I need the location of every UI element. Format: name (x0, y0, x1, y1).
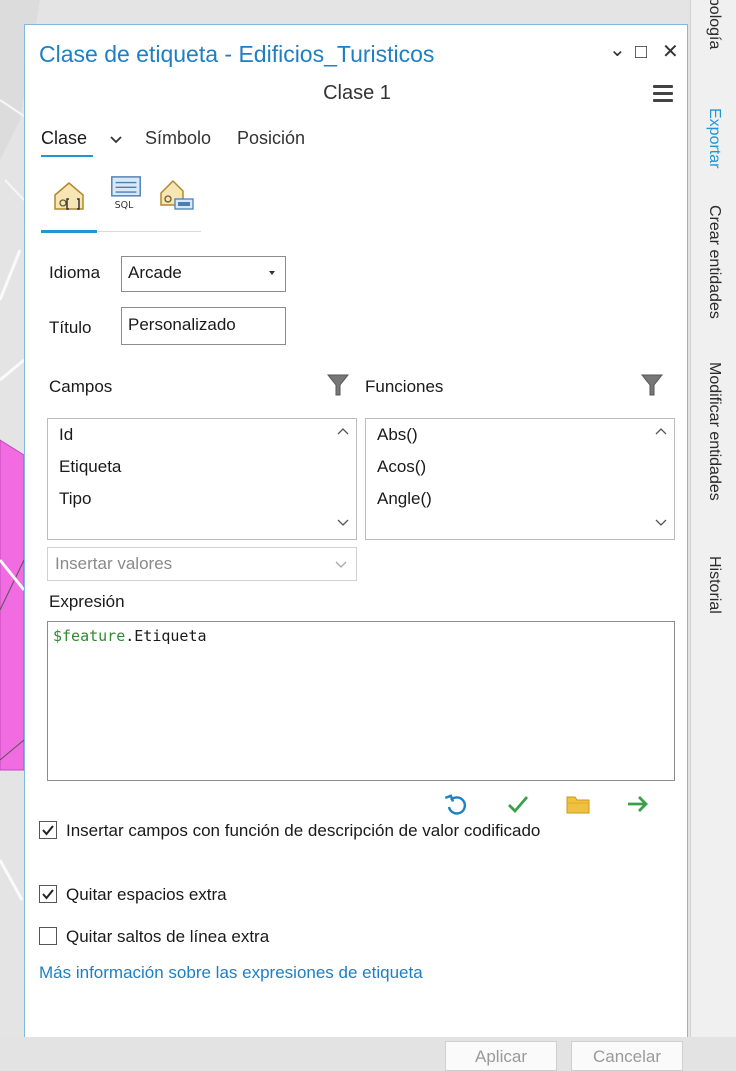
label-class-name: Clase 1 (323, 82, 391, 104)
side-tab-export[interactable]: Exportar (699, 108, 729, 168)
functions-filter-icon[interactable] (641, 373, 663, 397)
fields-list[interactable]: Id Etiqueta Tipo (47, 418, 357, 540)
option-remove-spaces[interactable]: Quitar espacios extra (39, 885, 227, 905)
expression-text: .Etiqueta (125, 627, 207, 645)
scroll-up-icon[interactable] (655, 427, 667, 437)
undo-icon[interactable] (443, 791, 469, 817)
checkbox-unchecked[interactable] (39, 927, 57, 945)
active-subtab-indicator (41, 230, 97, 233)
list-item[interactable]: Abs() (377, 425, 418, 445)
functions-header: Funciones (365, 377, 444, 396)
option-label: Quitar saltos de línea extra (66, 927, 270, 946)
active-tab-indicator (41, 155, 93, 157)
side-panel-tabs: nbología Exportar Crear entidades Modifi… (690, 0, 736, 1037)
list-item[interactable]: Tipo (59, 489, 91, 509)
help-link[interactable]: Más información sobre las expresiones de… (39, 963, 423, 983)
option-coded-values[interactable]: Insertar campos con función de descripci… (39, 821, 540, 841)
label-expression-icon[interactable] (51, 177, 87, 213)
close-icon[interactable]: ✕ (662, 40, 679, 64)
insert-values-dropdown[interactable]: Insertar valores (47, 547, 357, 581)
apply-arrow-icon[interactable] (625, 791, 651, 817)
language-label: Idioma (49, 263, 101, 282)
list-item[interactable]: Angle() (377, 489, 432, 509)
cancel-button[interactable]: Cancelar (571, 1041, 683, 1071)
title-label: Título (49, 318, 92, 337)
side-tab-history[interactable]: Historial (699, 556, 729, 614)
label-class-pane: Clase de etiqueta - Edificios_Turisticos… (24, 24, 688, 1071)
pane-options-chevron-icon[interactable]: ⌄ (609, 38, 626, 62)
chevron-down-icon (335, 561, 347, 568)
tab-position[interactable]: Posición (237, 128, 305, 149)
option-label: Quitar espacios extra (66, 885, 227, 904)
tab-class[interactable]: Clase (41, 128, 87, 149)
side-tab-create-features[interactable]: Crear entidades (699, 205, 729, 319)
svg-text:SQL: SQL (115, 200, 134, 211)
scroll-down-icon[interactable] (337, 517, 349, 527)
checkbox-checked[interactable] (39, 821, 57, 839)
list-item[interactable]: Acos() (377, 457, 426, 477)
scroll-down-icon[interactable] (655, 517, 667, 527)
title-input[interactable]: Personalizado (121, 307, 286, 345)
fields-filter-icon[interactable] (327, 373, 349, 397)
tab-symbol[interactable]: Símbolo (145, 128, 211, 149)
maximize-icon[interactable]: □ (635, 40, 647, 64)
insert-values-placeholder: Insertar valores (55, 554, 173, 573)
list-item[interactable]: Etiqueta (59, 457, 121, 477)
pane-title: Clase de etiqueta - Edificios_Turisticos (39, 41, 435, 67)
menu-icon[interactable] (653, 85, 673, 106)
functions-list[interactable]: Abs() Acos() Angle() (365, 418, 675, 540)
option-label: Insertar campos con función de descripci… (66, 821, 541, 840)
expression-label: Expresión (49, 592, 125, 611)
side-tab-modify-features[interactable]: Modificar entidades (699, 362, 729, 501)
side-tab-symbology[interactable]: nbología (699, 0, 729, 49)
expression-keyword: $feature (53, 627, 126, 645)
scroll-up-icon[interactable] (337, 427, 349, 437)
option-remove-line-breaks[interactable]: Quitar saltos de línea extra (39, 927, 269, 947)
expression-editor[interactable]: $feature.Etiqueta (47, 621, 675, 781)
language-value: Arcade (128, 263, 182, 282)
label-placement-icon[interactable] (159, 177, 195, 213)
list-item[interactable]: Id (59, 425, 73, 445)
fields-header: Campos (49, 377, 113, 396)
open-folder-icon[interactable] (565, 791, 591, 817)
dropdown-arrow-icon (269, 271, 275, 275)
checkbox-checked[interactable] (39, 885, 57, 903)
language-select[interactable]: Arcade (121, 256, 286, 292)
sql-query-icon[interactable]: SQL (108, 175, 144, 211)
verify-check-icon[interactable] (505, 791, 531, 817)
chevron-down-icon[interactable] (109, 134, 123, 144)
apply-button[interactable]: Aplicar (445, 1041, 557, 1071)
